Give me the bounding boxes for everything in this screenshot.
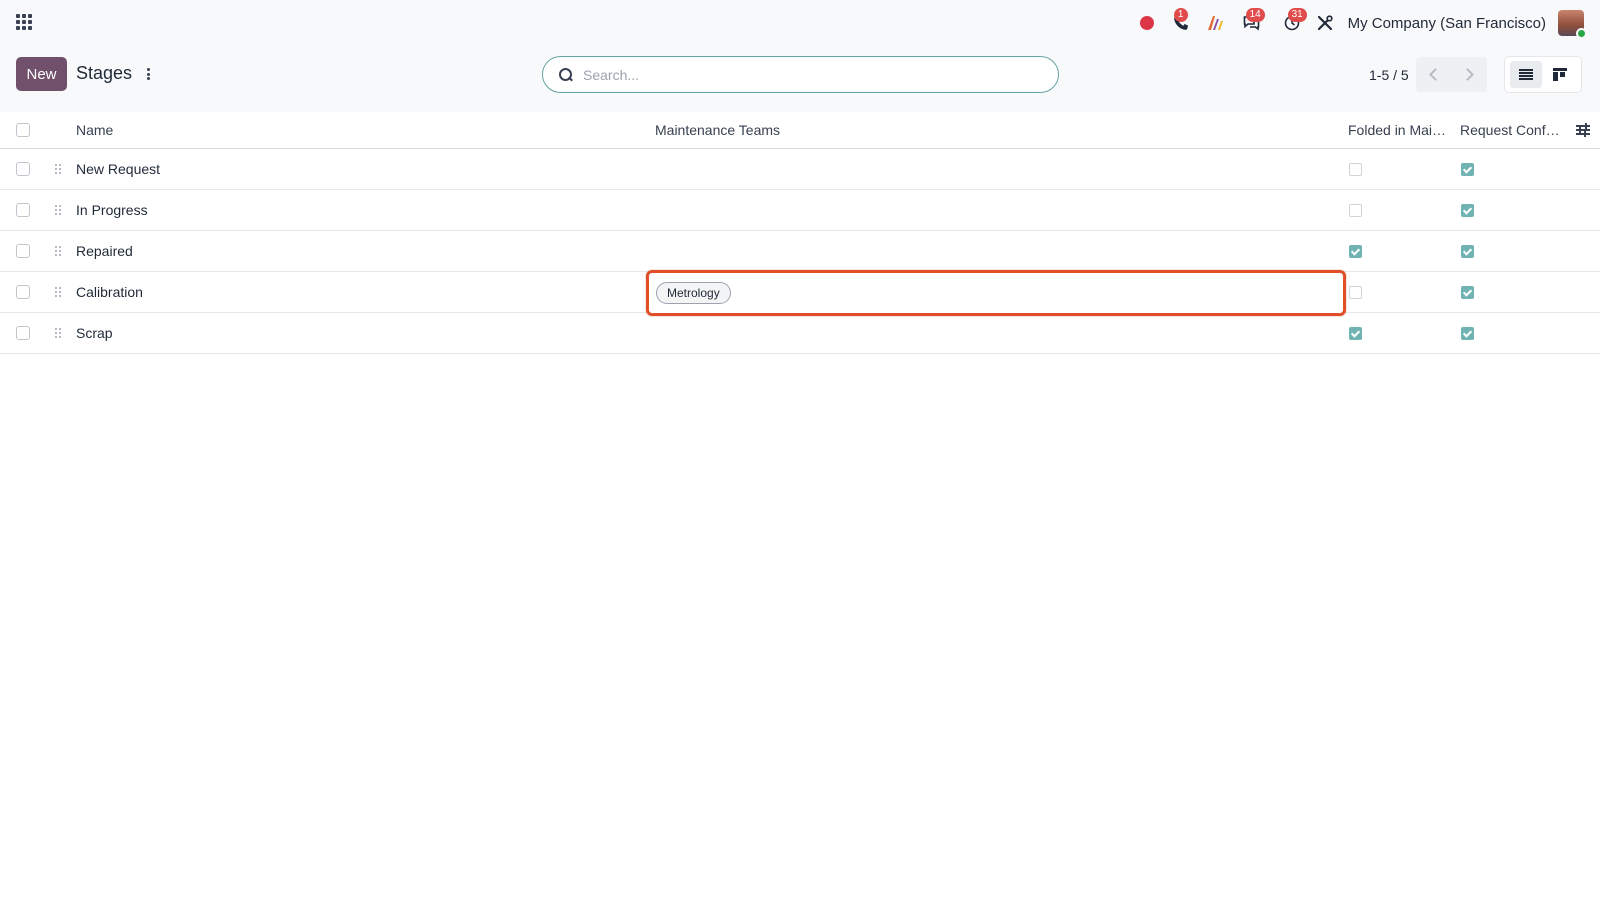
folded-checkbox[interactable]: [1349, 326, 1362, 340]
kanban-view-button[interactable]: [1544, 61, 1576, 88]
tools-icon[interactable]: [1312, 0, 1338, 46]
record-indicator-icon[interactable]: [1130, 0, 1164, 46]
drag-handle-icon[interactable]: [55, 287, 61, 297]
activities-badge: 31: [1287, 8, 1307, 22]
stage-name[interactable]: Calibration: [76, 272, 143, 312]
drag-handle-icon[interactable]: [55, 205, 61, 215]
phone-badge: 1: [1173, 8, 1188, 22]
actions-menu-icon[interactable]: [144, 66, 152, 82]
pager-previous-button[interactable]: [1416, 57, 1451, 92]
table-row[interactable]: In Progress: [0, 190, 1600, 231]
table-row[interactable]: New Request: [0, 149, 1600, 190]
stage-name[interactable]: New Request: [76, 149, 160, 189]
view-switcher: [1504, 56, 1582, 93]
new-button[interactable]: New: [16, 57, 67, 91]
team-tag[interactable]: Metrology: [656, 282, 731, 304]
select-all-checkbox[interactable]: [16, 123, 30, 137]
maintenance-teams-field-editor[interactable]: Metrology: [646, 270, 1346, 316]
messages-icon[interactable]: 14: [1232, 0, 1272, 46]
folded-checkbox[interactable]: [1349, 244, 1362, 258]
list-view-button[interactable]: [1510, 61, 1542, 88]
pager-buttons: [1416, 57, 1487, 92]
kanban-view-icon: [1553, 68, 1567, 81]
column-header-name[interactable]: Name: [76, 112, 113, 148]
request-confirmed-checkbox[interactable]: [1461, 162, 1474, 176]
control-panel: New Stages 1-5 / 5: [0, 46, 1600, 112]
folded-checkbox[interactable]: [1349, 285, 1362, 299]
search-bar[interactable]: [542, 56, 1059, 93]
pager-value[interactable]: 1-5 / 5: [1369, 67, 1409, 83]
stage-name[interactable]: Repaired: [76, 231, 133, 271]
list-view-icon: [1519, 69, 1533, 80]
request-confirmed-checkbox[interactable]: [1461, 244, 1474, 258]
row-checkbox[interactable]: [16, 203, 30, 217]
stages-list: Name Maintenance Teams Folded in Mai… Re…: [0, 112, 1600, 354]
company-switcher[interactable]: My Company (San Francisco): [1348, 15, 1546, 32]
search-input[interactable]: [583, 66, 1023, 83]
request-confirmed-checkbox[interactable]: [1461, 203, 1474, 217]
phone-icon[interactable]: 1: [1164, 0, 1198, 46]
clock-icon[interactable]: 31: [1272, 0, 1312, 46]
chevron-left-icon: [1428, 68, 1442, 81]
optional-columns-icon[interactable]: [1576, 123, 1590, 137]
table-row[interactable]: Repaired: [0, 231, 1600, 272]
search-icon: [559, 67, 573, 82]
folded-checkbox[interactable]: [1349, 162, 1362, 176]
row-checkbox[interactable]: [16, 162, 30, 176]
pager-next-button[interactable]: [1451, 57, 1486, 92]
messages-badge: 14: [1245, 8, 1265, 22]
drag-handle-icon[interactable]: [55, 164, 61, 174]
request-confirmed-checkbox[interactable]: [1461, 285, 1474, 299]
column-header-request-confirmed[interactable]: Request Conf…: [1460, 112, 1560, 148]
top-navbar: 1 14 31 My Company (San Francisco): [0, 0, 1600, 46]
apps-grid-icon[interactable]: [16, 14, 32, 30]
stage-name[interactable]: Scrap: [76, 313, 113, 353]
row-checkbox[interactable]: [16, 244, 30, 258]
online-status-icon: [1576, 28, 1587, 39]
chevron-right-icon: [1460, 68, 1474, 81]
row-checkbox[interactable]: [16, 285, 30, 299]
stage-name[interactable]: In Progress: [76, 190, 148, 230]
drag-handle-icon[interactable]: [55, 328, 61, 338]
request-confirmed-checkbox[interactable]: [1461, 326, 1474, 340]
folded-checkbox[interactable]: [1349, 203, 1362, 217]
table-row[interactable]: Scrap: [0, 313, 1600, 354]
ai-assistant-icon[interactable]: [1198, 0, 1232, 46]
row-checkbox[interactable]: [16, 326, 30, 340]
user-avatar[interactable]: [1558, 10, 1587, 39]
page-title: Stages: [76, 63, 133, 83]
column-header-folded[interactable]: Folded in Mai…: [1348, 112, 1446, 148]
table-header: Name Maintenance Teams Folded in Mai… Re…: [0, 112, 1600, 149]
systray: 1 14 31 My Company (San Francisco): [1130, 0, 1600, 46]
column-header-maintenance-teams[interactable]: Maintenance Teams: [655, 112, 780, 148]
drag-handle-icon[interactable]: [55, 246, 61, 256]
